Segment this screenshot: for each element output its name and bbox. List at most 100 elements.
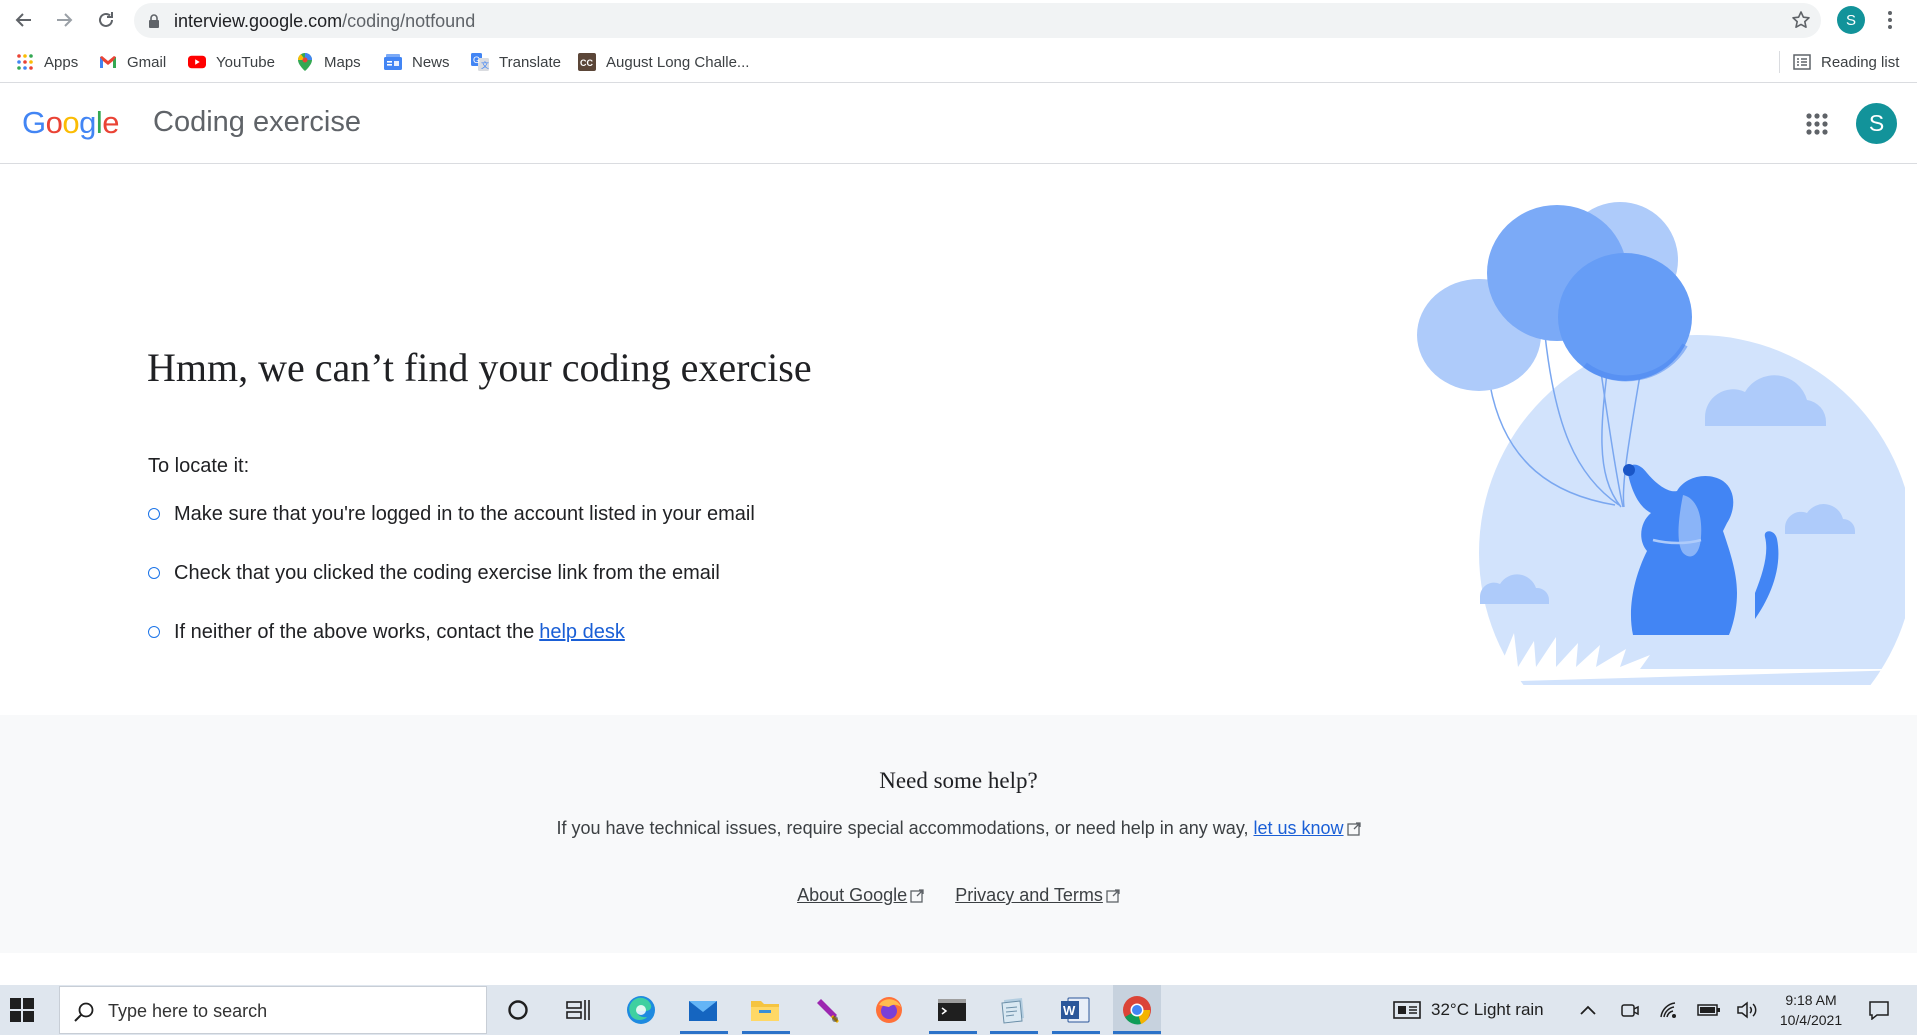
bookmarks-bar: Apps Gmail YouTube Maps News G文 Translat…: [0, 41, 1917, 83]
account-avatar[interactable]: S: [1856, 103, 1897, 144]
bookmark-star-icon[interactable]: [1791, 10, 1811, 30]
taskbar-search-input[interactable]: Type here to search: [59, 986, 487, 1034]
bookmark-translate[interactable]: G文 Translate: [471, 50, 561, 74]
dog-with-balloons-illustration: [1417, 202, 1905, 685]
mail-icon: [689, 1001, 717, 1021]
bookmark-august-long-challenge[interactable]: CC August Long Challe...: [578, 50, 749, 74]
meet-now-button[interactable]: [1620, 985, 1640, 1035]
svg-text:文: 文: [481, 60, 489, 70]
taskbar-firefox[interactable]: [872, 994, 906, 1026]
help-description: If you have technical issues, require sp…: [556, 818, 1249, 838]
gmail-icon: [99, 53, 117, 71]
back-arrow-icon: [15, 13, 31, 27]
back-button[interactable]: [10, 6, 38, 34]
let-us-know-label: let us know: [1253, 818, 1344, 838]
svg-text:G: G: [473, 55, 480, 65]
bookmark-label: August Long Challe...: [606, 53, 750, 71]
external-link-icon: [1106, 889, 1120, 903]
apps-grid-icon: [16, 53, 34, 71]
bookmark-label: News: [412, 53, 450, 71]
svg-text:CC: CC: [580, 58, 593, 68]
notes-app-icon: [1001, 998, 1024, 1024]
help-desk-link[interactable]: help desk: [539, 621, 625, 644]
active-app-indicator: [1113, 1031, 1161, 1034]
footer-links: About Google Privacy and Terms: [0, 885, 1917, 906]
notifications-button[interactable]: [1868, 985, 1890, 1035]
wifi-icon: [1660, 1002, 1676, 1018]
start-button[interactable]: [10, 998, 46, 1026]
tip-text: Check that you clicked the coding exerci…: [174, 561, 720, 584]
folder-icon: [751, 1001, 779, 1021]
reload-icon: [99, 12, 113, 27]
profile-button[interactable]: S: [1837, 6, 1865, 34]
notification-icon: [1869, 1001, 1889, 1020]
clock-date: 10/4/2021: [1779, 1012, 1843, 1028]
google-logo[interactable]: Google: [22, 105, 120, 141]
bookmark-apps[interactable]: Apps: [16, 50, 78, 74]
battery-icon: [1697, 1004, 1720, 1016]
taskbar-terminal[interactable]: [935, 994, 969, 1026]
taskbar-mail[interactable]: [686, 994, 720, 1026]
battery-button[interactable]: [1697, 985, 1721, 1035]
clock-time: 9:18 AM: [1785, 992, 1837, 1008]
about-google-link[interactable]: About Google: [797, 885, 924, 905]
active-app-indicator: [1052, 1031, 1100, 1034]
translate-icon: G文: [471, 53, 489, 71]
bookmark-label: Maps: [324, 53, 361, 71]
page-title: Coding exercise: [153, 106, 361, 138]
bookmark-maps[interactable]: Maps: [296, 50, 361, 74]
svg-text:W: W: [1063, 1003, 1076, 1018]
terminal-icon: [938, 999, 966, 1021]
privacy-terms-link[interactable]: Privacy and Terms: [955, 885, 1120, 905]
browser-menu-button[interactable]: [1880, 8, 1900, 32]
bookmark-youtube[interactable]: YouTube: [188, 50, 275, 74]
taskbar-chrome[interactable]: [1113, 985, 1161, 1035]
bookmark-gmail[interactable]: Gmail: [99, 50, 166, 74]
bookmark-label: Translate: [499, 53, 561, 71]
volume-button[interactable]: [1736, 985, 1758, 1035]
google-apps-button[interactable]: [1803, 110, 1831, 138]
address-bar[interactable]: interview.google.com/coding/notfound: [134, 3, 1821, 38]
page-header: Google Coding exercise S: [0, 84, 1917, 164]
weather-widget[interactable]: 32°C Light rain: [1393, 985, 1544, 1035]
bookmark-label: Apps: [44, 53, 79, 71]
lock-icon: [149, 14, 159, 28]
taskbar-file-explorer[interactable]: [748, 994, 782, 1026]
reload-button[interactable]: [92, 6, 120, 34]
url-text: interview.google.com/coding/notfound: [174, 11, 476, 31]
active-app-indicator: [742, 1031, 790, 1034]
network-button[interactable]: [1659, 985, 1679, 1035]
speaker-icon: [1737, 1001, 1757, 1019]
taskbar-edge[interactable]: [624, 994, 658, 1026]
list-item: Check that you clicked the coding exerci…: [148, 559, 720, 587]
cortana-button[interactable]: [501, 994, 535, 1026]
reading-list-button[interactable]: Reading list: [1793, 50, 1899, 74]
reading-list-label: Reading list: [1821, 53, 1900, 71]
firefox-icon: [876, 997, 902, 1023]
search-icon: [74, 1002, 94, 1022]
bookmark-news[interactable]: News: [384, 50, 450, 74]
chrome-icon: [1123, 996, 1151, 1025]
bookmark-label: YouTube: [216, 53, 275, 71]
help-text: If you have technical issues, require sp…: [0, 818, 1917, 839]
list-item: If neither of the above works, contact t…: [148, 618, 625, 646]
taskbar-word[interactable]: W: [1058, 994, 1092, 1026]
task-view-button[interactable]: [561, 994, 595, 1026]
maps-icon: [296, 53, 314, 71]
cortana-circle-icon: [508, 1000, 528, 1020]
show-hidden-icons-button[interactable]: [1579, 985, 1597, 1035]
more-vert-icon: [1888, 11, 1892, 29]
taskbar-notes-app[interactable]: [996, 994, 1030, 1026]
about-google-label: About Google: [797, 885, 908, 905]
taskbar-app-pen[interactable]: [811, 994, 845, 1026]
forward-button[interactable]: [50, 6, 78, 34]
taskbar-clock[interactable]: 9:18 AM 10/4/2021: [1766, 990, 1856, 1030]
error-headline: Hmm, we can’t find your coding exercise: [147, 345, 812, 390]
let-us-know-link[interactable]: let us know: [1254, 818, 1344, 838]
apps-grid-icon: [1806, 113, 1828, 135]
external-link-icon: [1346, 822, 1361, 836]
active-app-indicator: [929, 1031, 977, 1034]
reading-list-icon: [1793, 53, 1811, 71]
edge-icon: [627, 996, 655, 1024]
bookmarks-divider: [1779, 51, 1780, 73]
